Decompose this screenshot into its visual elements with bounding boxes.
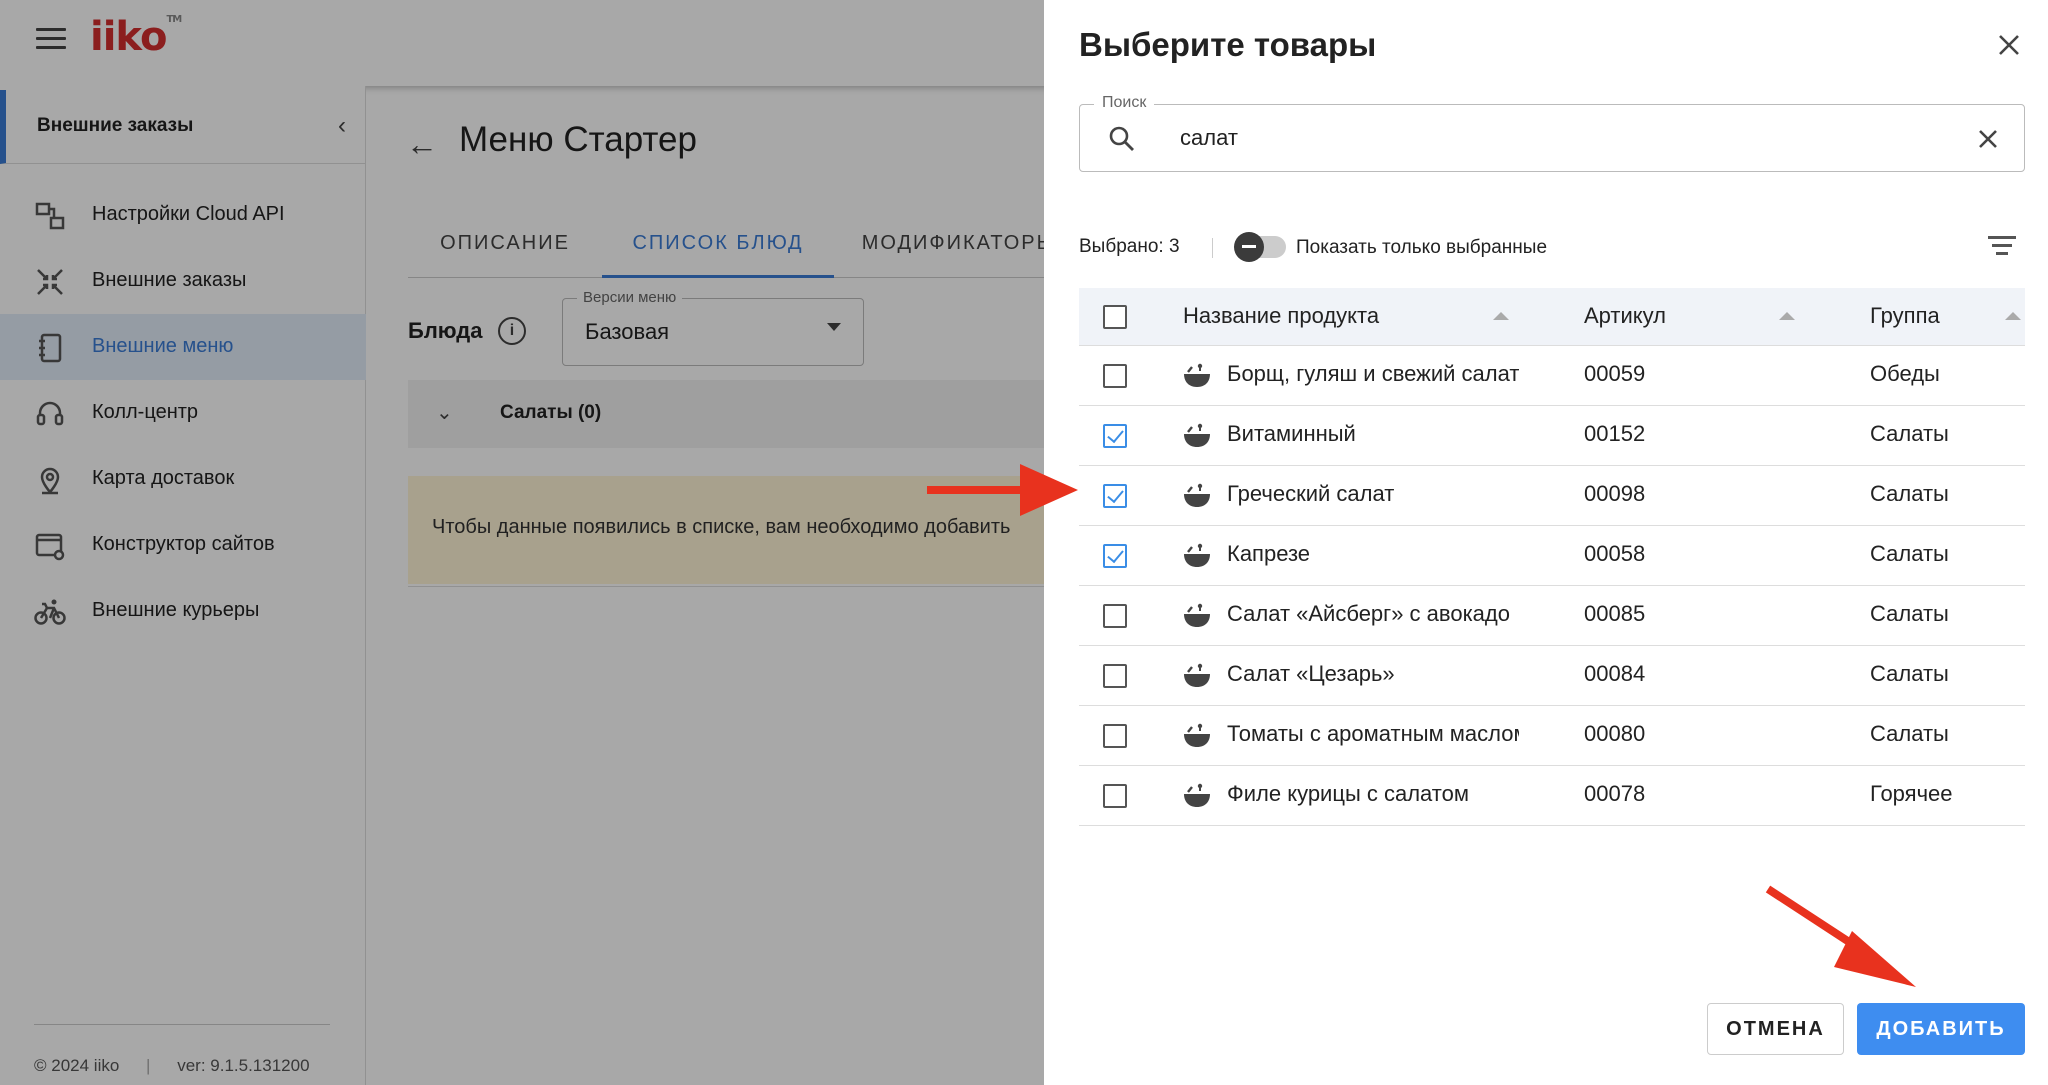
product-name: Салат «Айсберг» с авокадо xyxy=(1227,601,1510,626)
product-article: 00085 xyxy=(1584,601,1646,626)
product-article: 00152 xyxy=(1584,421,1646,446)
cancel-button[interactable]: ОТМЕНА xyxy=(1707,1003,1844,1055)
clear-search-icon[interactable] xyxy=(1976,127,2000,151)
row-checkbox[interactable] xyxy=(1103,544,1127,568)
table-header: Название продукта Артикул Группа xyxy=(1079,288,2025,346)
row-checkbox[interactable] xyxy=(1103,364,1127,388)
product-group: Салаты xyxy=(1870,661,1949,686)
sort-arrow-icon[interactable] xyxy=(1493,312,1509,320)
toggle-knob xyxy=(1234,232,1264,262)
column-header-group[interactable]: Группа xyxy=(1870,303,1940,329)
sort-arrow-icon[interactable] xyxy=(1779,312,1795,320)
toggle-label: Показать только выбранные xyxy=(1296,237,1548,258)
product-group: Обеды xyxy=(1870,361,1940,386)
product-article: 00058 xyxy=(1584,541,1646,566)
product-name: Томаты с ароматным маслом xyxy=(1227,721,1519,746)
row-checkbox[interactable] xyxy=(1103,724,1127,748)
dish-icon xyxy=(1184,423,1210,447)
filter-icon[interactable] xyxy=(1988,236,2016,258)
products-table: Название продукта Артикул Группа Борщ, г… xyxy=(1079,288,2025,826)
product-name: Витаминный xyxy=(1227,421,1356,446)
sort-arrow-icon[interactable] xyxy=(2005,312,2021,320)
dish-icon xyxy=(1184,723,1210,747)
table-row[interactable]: Витаминный 00152 Салаты xyxy=(1079,406,2025,466)
table-row[interactable]: Салат «Цезарь» 00084 Салаты xyxy=(1079,646,2025,706)
close-icon[interactable] xyxy=(1994,30,2024,60)
product-article: 00098 xyxy=(1584,481,1646,506)
column-header-name[interactable]: Название продукта xyxy=(1183,303,1379,329)
row-checkbox[interactable] xyxy=(1103,484,1127,508)
add-button[interactable]: ДОБАВИТЬ xyxy=(1857,1003,2025,1055)
show-selected-only-toggle[interactable] xyxy=(1234,232,1286,262)
search-icon xyxy=(1109,126,1134,151)
table-row[interactable]: Греческий салат 00098 Салаты xyxy=(1079,466,2025,526)
selected-count: Выбрано: 3 xyxy=(1079,236,1180,257)
product-group: Салаты xyxy=(1870,421,1949,446)
dish-icon xyxy=(1184,603,1210,627)
row-checkbox[interactable] xyxy=(1103,424,1127,448)
table-row[interactable]: Томаты с ароматным маслом 00080 Салаты xyxy=(1079,706,2025,766)
product-group: Салаты xyxy=(1870,481,1949,506)
product-group: Салаты xyxy=(1870,541,1949,566)
dish-icon xyxy=(1184,663,1210,687)
product-group: Горячее xyxy=(1870,781,1953,806)
product-group: Салаты xyxy=(1870,601,1949,626)
product-article: 00084 xyxy=(1584,661,1646,686)
product-group: Салаты xyxy=(1870,721,1949,746)
row-checkbox[interactable] xyxy=(1103,604,1127,628)
product-name: Борщ, гуляш и свежий салат xyxy=(1227,361,1519,386)
table-row[interactable]: Филе курицы с салатом 00078 Горячее xyxy=(1079,766,2025,826)
dialog-title: Выберите товары xyxy=(1079,26,1377,63)
product-article: 00078 xyxy=(1584,781,1646,806)
column-header-article[interactable]: Артикул xyxy=(1584,303,1666,329)
table-row[interactable]: Борщ, гуляш и свежий салат 00059 Обеды xyxy=(1079,346,2025,406)
select-products-dialog: Выберите товары Поиск Выбрано: 3 Показат… xyxy=(1044,0,2048,1085)
table-body: Борщ, гуляш и свежий салат 00059 Обеды Вита… xyxy=(1079,346,2025,826)
product-name: Филе курицы с салатом xyxy=(1227,781,1469,806)
search-input[interactable] xyxy=(1180,119,1880,157)
dish-icon xyxy=(1184,483,1210,507)
select-all-checkbox[interactable] xyxy=(1103,305,1127,329)
product-article: 00080 xyxy=(1584,721,1646,746)
search-field[interactable]: Поиск xyxy=(1079,94,2025,172)
product-name: Капрезе xyxy=(1227,541,1311,566)
row-checkbox[interactable] xyxy=(1103,784,1127,808)
dish-icon xyxy=(1184,783,1210,807)
dish-icon xyxy=(1184,363,1210,387)
table-row[interactable]: Салат «Айсберг» с авокадо 00085 Салаты xyxy=(1079,586,2025,646)
search-legend: Поиск xyxy=(1094,94,1155,112)
product-name: Салат «Цезарь» xyxy=(1227,661,1395,686)
row-checkbox[interactable] xyxy=(1103,664,1127,688)
dish-icon xyxy=(1184,543,1210,567)
product-article: 00059 xyxy=(1584,361,1646,386)
separator xyxy=(1212,238,1213,258)
table-row[interactable]: Капрезе 00058 Салаты xyxy=(1079,526,2025,586)
product-name: Греческий салат xyxy=(1227,481,1395,506)
